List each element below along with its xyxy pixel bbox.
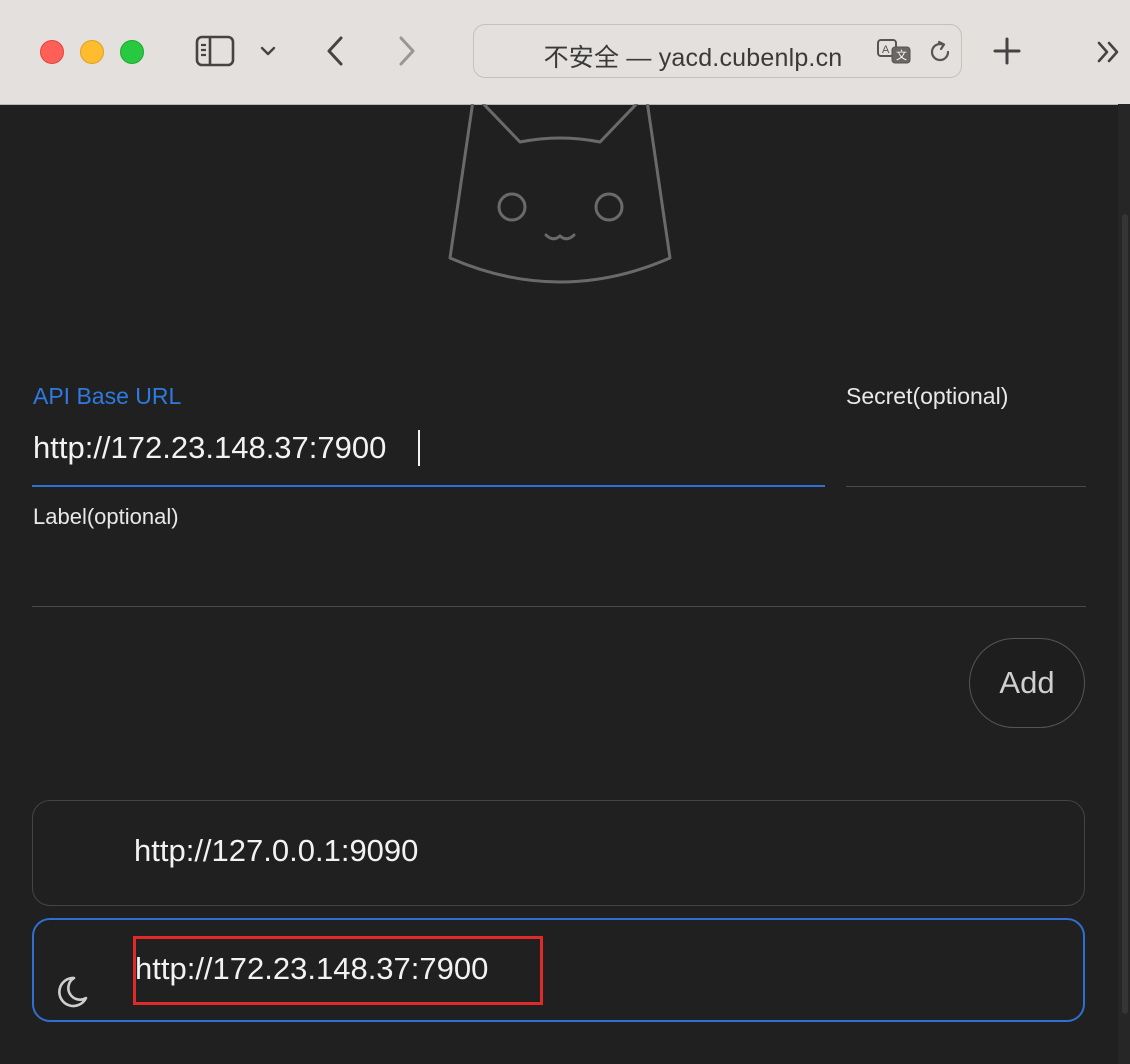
yacd-cat-logo <box>448 104 672 284</box>
secret-label: Secret(optional) <box>846 383 1009 409</box>
secret-input[interactable] <box>846 430 1086 474</box>
text-caret <box>418 430 420 466</box>
backend-url: http://172.23.148.37:7900 <box>135 951 489 986</box>
sidebar-icon[interactable] <box>195 35 235 67</box>
add-button[interactable]: Add <box>969 638 1085 728</box>
minimize-window-button[interactable] <box>80 40 104 64</box>
moon-icon[interactable] <box>54 974 90 1010</box>
secret-underline <box>846 486 1086 487</box>
address-bar[interactable]: 不安全 — yacd.cubenlp.cn A 文 <box>473 24 962 78</box>
api-base-url-input[interactable] <box>33 426 823 470</box>
browser-toolbar: 不安全 — yacd.cubenlp.cn A 文 <box>0 0 1130 105</box>
more-tabs-icon[interactable] <box>1095 40 1123 64</box>
scrollbar-thumb[interactable] <box>1122 214 1128 1014</box>
chevron-down-icon[interactable] <box>259 42 277 60</box>
backend-item[interactable]: http://127.0.0.1:9090 <box>32 800 1085 906</box>
svg-text:文: 文 <box>896 48 907 62</box>
close-window-button[interactable] <box>40 40 64 64</box>
back-icon[interactable] <box>323 35 347 67</box>
api-base-url-label: API Base URL <box>33 383 182 409</box>
label-underline <box>32 606 1086 607</box>
new-tab-icon[interactable] <box>992 36 1022 66</box>
translate-icon[interactable]: A 文 <box>876 37 914 67</box>
label-input[interactable] <box>33 550 1085 594</box>
backend-url: http://127.0.0.1:9090 <box>134 833 419 868</box>
api-base-url-underline <box>32 485 825 487</box>
address-text: 不安全 — yacd.cubenlp.cn <box>543 44 843 72</box>
zoom-window-button[interactable] <box>120 40 144 64</box>
backend-item-selected[interactable]: http://172.23.148.37:7900 <box>32 918 1085 1022</box>
label-label: Label(optional) <box>33 504 179 529</box>
reload-icon[interactable] <box>927 39 953 65</box>
svg-text:A: A <box>882 44 890 56</box>
forward-icon[interactable] <box>395 35 419 67</box>
